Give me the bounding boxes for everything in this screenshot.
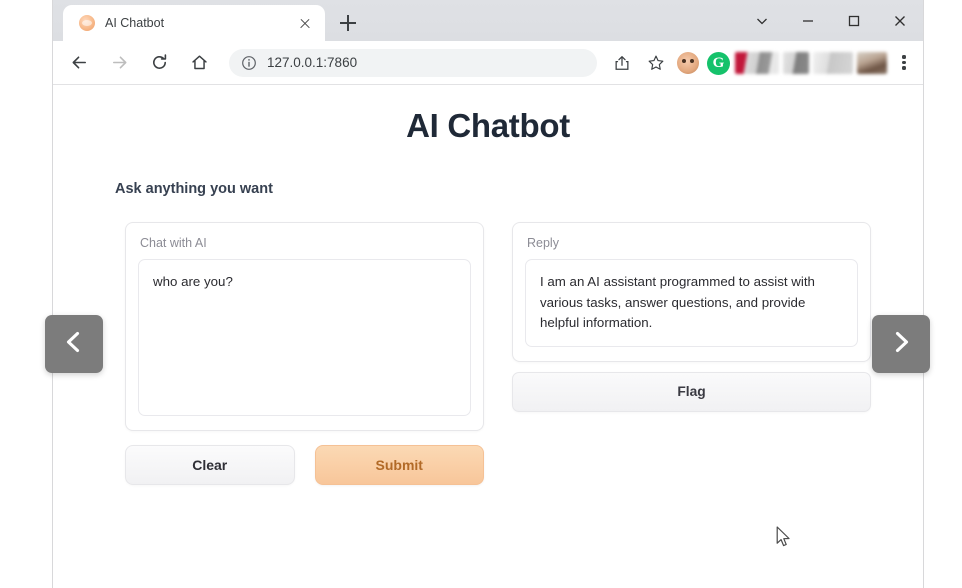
minimize-icon[interactable]: [785, 0, 831, 41]
maximize-icon[interactable]: [831, 0, 877, 41]
grammarly-extension-icon[interactable]: G: [707, 51, 730, 75]
reply-card: Reply I am an AI assistant programmed to…: [512, 222, 871, 362]
chat-input-label: Chat with AI: [140, 236, 207, 250]
carousel-prev-button[interactable]: [45, 315, 103, 373]
home-icon[interactable]: [183, 47, 215, 79]
submit-button[interactable]: Submit: [314, 445, 484, 485]
extension-icon-blurred-2[interactable]: [783, 51, 809, 74]
chevron-down-icon[interactable]: [739, 0, 785, 41]
tab-title: AI Chatbot: [105, 16, 165, 30]
back-arrow-icon[interactable]: [63, 47, 95, 79]
action-buttons-row: Clear Submit: [125, 445, 484, 485]
address-bar[interactable]: 127.0.0.1:7860: [229, 48, 597, 77]
gradio-favicon-icon: [79, 15, 95, 31]
browser-window: AI Chatbot 127.0.0.1:7860 G AI Chatbot A…: [52, 0, 924, 588]
chevron-right-icon: [888, 329, 914, 360]
chevron-left-icon: [61, 329, 87, 360]
reply-output-text: I am an AI assistant programmed to assis…: [525, 259, 858, 347]
tab-close-icon[interactable]: [295, 13, 315, 33]
page-title: AI Chatbot: [406, 107, 570, 144]
reply-label: Reply: [527, 236, 559, 250]
extension-icon-blurred-4[interactable]: [857, 51, 887, 74]
info-circle-icon[interactable]: [241, 55, 257, 71]
panels-row: Chat with AI who are you? Clear Submit R…: [53, 222, 923, 485]
clear-button[interactable]: Clear: [125, 445, 295, 485]
star-icon[interactable]: [642, 49, 670, 77]
page-subtitle: Ask anything you want: [115, 181, 273, 197]
new-tab-button[interactable]: [335, 10, 361, 36]
carousel-next-button[interactable]: [872, 315, 930, 373]
input-column: Chat with AI who are you? Clear Submit: [125, 222, 484, 485]
page-viewport: AI Chatbot Ask anything you want Chat wi…: [53, 85, 923, 588]
output-column: Reply I am an AI assistant programmed to…: [512, 222, 871, 412]
extension-icon-blurred-3[interactable]: [813, 51, 853, 74]
browser-tab-strip: AI Chatbot: [53, 0, 923, 41]
close-icon[interactable]: [877, 0, 923, 41]
extension-icon-blurred-1[interactable]: [735, 51, 779, 74]
profile-avatar-icon[interactable]: [677, 51, 699, 74]
forward-arrow-icon[interactable]: [103, 47, 135, 79]
flag-button[interactable]: Flag: [512, 371, 871, 412]
chat-input-card: Chat with AI who are you?: [125, 222, 484, 431]
address-bar-url: 127.0.0.1:7860: [267, 55, 358, 70]
browser-tab[interactable]: AI Chatbot: [63, 5, 325, 41]
three-dot-menu-icon[interactable]: [891, 49, 917, 77]
browser-toolbar: 127.0.0.1:7860 G: [53, 41, 923, 85]
chat-input-textarea[interactable]: who are you?: [138, 259, 471, 416]
share-icon[interactable]: [608, 49, 636, 77]
desktop-background: AI Chatbot 127.0.0.1:7860 G AI Chatbot A…: [0, 0, 962, 588]
window-controls: [739, 0, 923, 41]
reload-icon[interactable]: [143, 47, 175, 79]
